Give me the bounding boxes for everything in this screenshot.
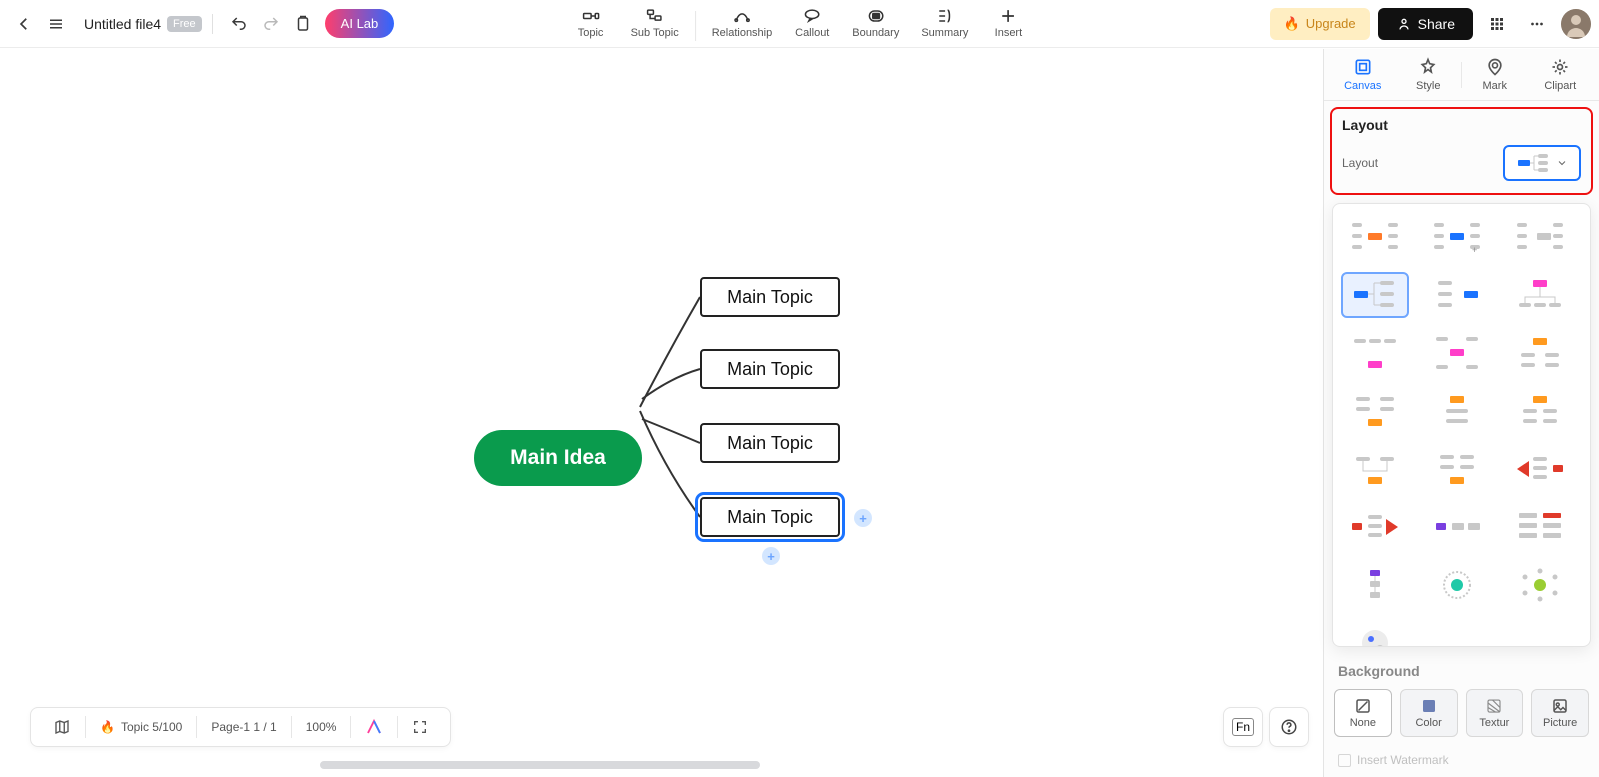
redo-button[interactable] — [255, 8, 287, 40]
layout-option[interactable] — [1506, 214, 1574, 260]
fire-icon: 🔥 — [100, 720, 115, 734]
topic-node[interactable]: Main Topic — [700, 349, 840, 389]
tab-clipart[interactable]: Clipart — [1528, 53, 1594, 96]
toolbar-center: Topic Sub Topic Relationship Callout Bou… — [563, 0, 1037, 48]
layout-option[interactable] — [1506, 272, 1574, 318]
top-toolbar: Untitled file4 Free AI Lab Topic Sub Top… — [0, 0, 1599, 48]
fire-icon: 🔥 — [1284, 16, 1300, 32]
share-button[interactable]: Share — [1378, 8, 1473, 40]
right-panel: Canvas Style Mark Clipart Layout Layout … — [1323, 49, 1599, 777]
topic-button[interactable]: Topic — [563, 4, 619, 41]
layout-options-popup: + — [1332, 203, 1591, 647]
chevron-down-icon — [1556, 157, 1568, 169]
back-button[interactable] — [8, 8, 40, 40]
topic-node[interactable]: Main Topic — [700, 423, 840, 463]
layout-option[interactable] — [1423, 446, 1491, 492]
fullscreen-button[interactable] — [398, 708, 442, 746]
page-indicator[interactable]: Page-1 1 / 1 — [197, 708, 290, 746]
add-sibling-button[interactable]: + — [854, 509, 872, 527]
subtopic-button[interactable]: Sub Topic — [621, 4, 689, 41]
tab-mark[interactable]: Mark — [1462, 53, 1528, 96]
layout-option-selected[interactable] — [1341, 272, 1409, 318]
tab-style[interactable]: Style — [1396, 53, 1462, 96]
layout-title: Layout — [1342, 117, 1581, 133]
apps-button[interactable] — [1481, 8, 1513, 40]
layout-option[interactable] — [1506, 504, 1574, 550]
horizontal-scrollbar[interactable] — [320, 761, 760, 769]
callout-button[interactable]: Callout — [784, 4, 840, 41]
help-button[interactable] — [1269, 707, 1309, 747]
undo-button[interactable] — [223, 8, 255, 40]
layout-option[interactable] — [1506, 330, 1574, 376]
bg-none[interactable]: None — [1334, 689, 1392, 737]
layout-option[interactable] — [1341, 562, 1409, 608]
map-button[interactable] — [39, 708, 85, 746]
svg-text:+: + — [1472, 245, 1477, 255]
connectors — [0, 49, 1323, 777]
menu-button[interactable] — [40, 8, 72, 40]
tab-canvas[interactable]: Canvas — [1330, 53, 1396, 96]
layout-option[interactable] — [1506, 388, 1574, 434]
background-title: Background — [1324, 655, 1599, 683]
panel-tabs: Canvas Style Mark Clipart — [1324, 49, 1599, 101]
layout-option[interactable]: + — [1423, 214, 1491, 260]
layout-option[interactable] — [1423, 272, 1491, 318]
layout-option[interactable] — [1423, 330, 1491, 376]
layout-option[interactable] — [1423, 562, 1491, 608]
topic-count[interactable]: 🔥Topic 5/100 — [86, 708, 196, 746]
background-tabs: None Color Textur Picture — [1324, 683, 1599, 743]
boundary-button[interactable]: Boundary — [842, 4, 909, 41]
clipboard-button[interactable] — [287, 8, 319, 40]
layout-option[interactable] — [1341, 330, 1409, 376]
layout-dropdown[interactable] — [1503, 145, 1581, 181]
insert-button[interactable]: Insert — [980, 4, 1036, 41]
layout-option[interactable] — [1341, 446, 1409, 492]
root-node[interactable]: Main Idea — [474, 430, 642, 486]
layout-option[interactable] — [1506, 562, 1574, 608]
bg-color[interactable]: Color — [1400, 689, 1458, 737]
layout-option[interactable] — [1423, 388, 1491, 434]
layout-option[interactable] — [1341, 214, 1409, 260]
layout-label: Layout — [1342, 156, 1378, 170]
relationship-button[interactable]: Relationship — [702, 4, 783, 41]
layout-option[interactable] — [1341, 504, 1409, 550]
ai-lab-button[interactable]: AI Lab — [325, 9, 395, 38]
layout-option[interactable] — [1341, 388, 1409, 434]
topic-node[interactable]: Main Topic — [700, 277, 840, 317]
watermark-checkbox[interactable]: Insert Watermark — [1324, 743, 1599, 777]
file-name[interactable]: Untitled file4 — [84, 16, 161, 32]
bg-picture[interactable]: Picture — [1531, 689, 1589, 737]
canvas[interactable]: Main Idea Main Topic Main Topic Main Top… — [0, 49, 1323, 777]
theme-button[interactable] — [351, 708, 397, 746]
layout-section: Layout Layout — [1330, 107, 1593, 195]
summary-button[interactable]: Summary — [911, 4, 978, 41]
topic-node-selected[interactable]: Main Topic — [700, 497, 840, 537]
bg-texture[interactable]: Textur — [1466, 689, 1524, 737]
fn-button[interactable]: Fn — [1223, 707, 1263, 747]
layout-option[interactable] — [1423, 504, 1491, 550]
status-bar: 🔥Topic 5/100 Page-1 1 / 1 100% — [30, 707, 451, 747]
upgrade-button[interactable]: 🔥Upgrade — [1270, 8, 1370, 40]
free-badge: Free — [167, 16, 202, 32]
layout-option[interactable] — [1341, 620, 1409, 647]
layout-current-icon — [1516, 152, 1552, 174]
more-button[interactable] — [1521, 8, 1553, 40]
zoom-level[interactable]: 100% — [292, 708, 351, 746]
avatar[interactable] — [1561, 9, 1591, 39]
layout-option[interactable] — [1506, 446, 1574, 492]
add-child-button[interactable]: + — [762, 547, 780, 565]
